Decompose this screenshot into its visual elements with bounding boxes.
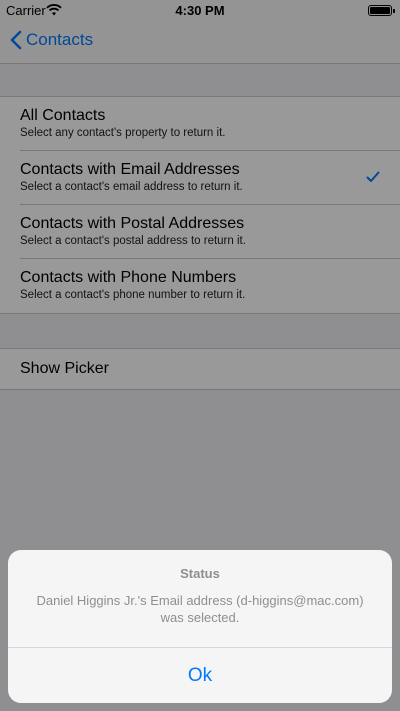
status-alert: Status Daniel Higgins Jr.'s Email addres… xyxy=(8,550,392,703)
alert-message: Daniel Higgins Jr.'s Email address (d-hi… xyxy=(36,593,364,625)
alert-title: Status xyxy=(180,566,220,581)
ok-button[interactable]: Ok xyxy=(8,648,392,703)
